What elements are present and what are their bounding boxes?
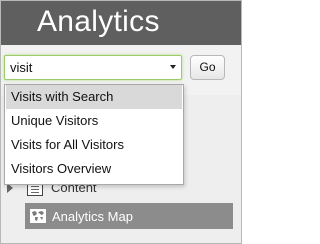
dropdown-option-visitors-overview[interactable]: Visitors Overview <box>6 157 182 181</box>
go-button[interactable]: Go <box>190 55 225 80</box>
search-combobox[interactable]: visit <box>4 55 182 80</box>
dropdown-option-unique-visitors[interactable]: Unique Visitors <box>6 109 182 133</box>
world-map-icon <box>30 209 46 223</box>
nav-item-analytics-map[interactable]: Analytics Map <box>25 203 233 229</box>
search-value[interactable]: visit <box>10 60 32 75</box>
nav-item-label: Analytics Map <box>52 209 133 224</box>
autocomplete-dropdown[interactable]: Visits with Search Unique Visitors Visit… <box>4 84 184 185</box>
dropdown-option-visits-for-all-visitors[interactable]: Visits for All Visitors <box>6 133 182 157</box>
dropdown-option-visits-with-search[interactable]: Visits with Search <box>6 85 182 109</box>
dropdown-caret-icon[interactable] <box>170 65 176 69</box>
app-frame: Analytics visit Go Content Analytics Map… <box>0 0 242 244</box>
app-title: Analytics <box>37 5 160 38</box>
header: Analytics <box>1 1 241 45</box>
